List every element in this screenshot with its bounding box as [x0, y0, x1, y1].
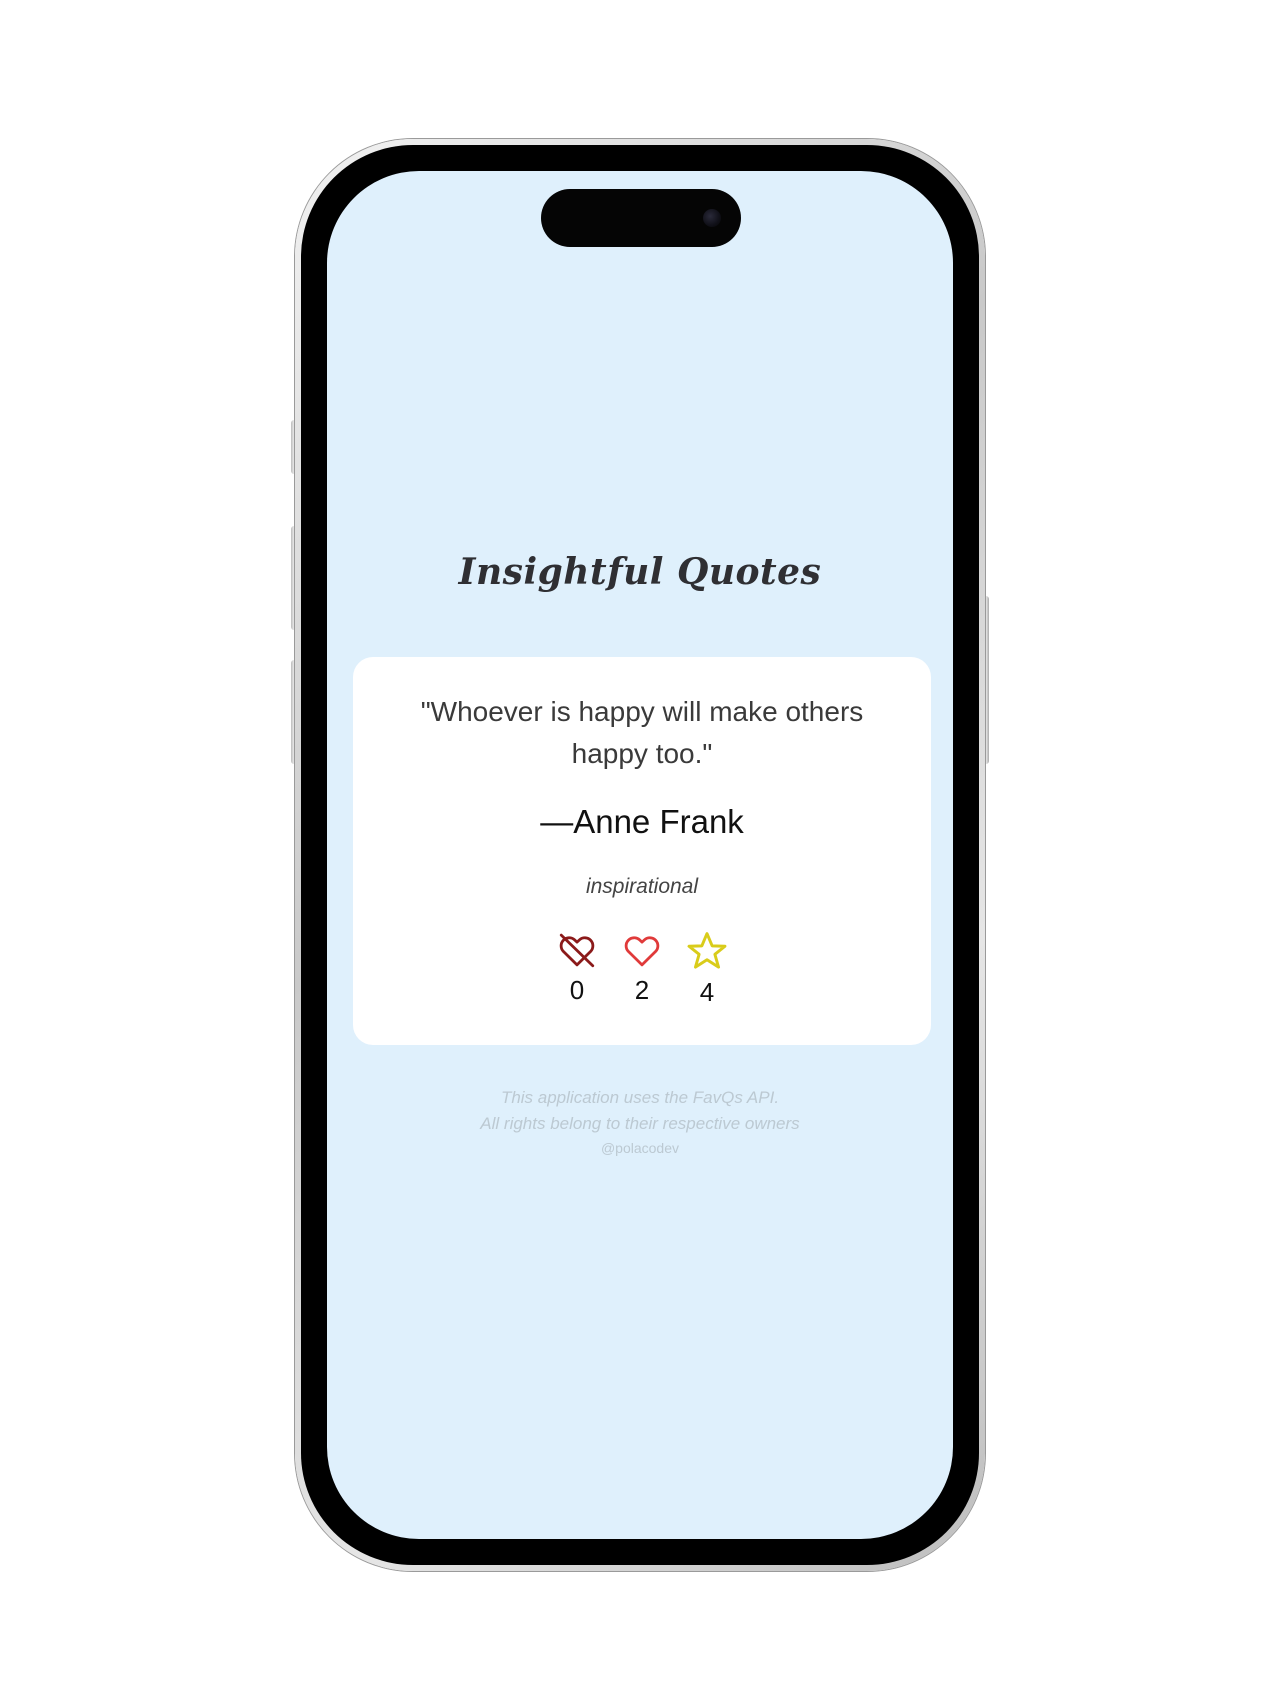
footer: This application uses the FavQs API. All… — [327, 1085, 953, 1159]
api-credit: This application uses the FavQs API. — [500, 1088, 780, 1107]
dynamic-island — [541, 189, 741, 247]
like-button[interactable]: 2 — [614, 929, 670, 1006]
heart-outline-icon — [624, 936, 660, 967]
device-mockup: Insightful Quotes "Whoever is happy will… — [0, 0, 1280, 1707]
dislike-button[interactable]: 0 — [549, 929, 605, 1006]
page-title: Insightful Quotes — [458, 551, 822, 593]
app-screen: Insightful Quotes "Whoever is happy will… — [327, 171, 953, 1539]
quote-stats: 0 2 4 — [353, 929, 931, 1009]
author-handle[interactable]: @polacodev — [327, 1137, 953, 1159]
like-count: 2 — [634, 975, 650, 1005]
favorite-button[interactable]: 4 — [679, 929, 735, 1008]
dislike-count: 0 — [569, 975, 585, 1005]
favorite-count: 4 — [699, 977, 715, 1007]
heart-broken-icon — [559, 933, 595, 968]
quote-card: "Whoever is happy will make others happy… — [353, 657, 931, 1045]
quote-tag[interactable]: inspirational — [353, 875, 931, 899]
quote-text: "Whoever is happy will make others happy… — [420, 696, 864, 769]
star-outline-icon — [687, 932, 727, 969]
quote-author: —Anne Frank — [540, 803, 744, 840]
camera-lens-icon — [703, 209, 721, 227]
rights-note: All rights belong to their respective ow… — [480, 1114, 800, 1133]
